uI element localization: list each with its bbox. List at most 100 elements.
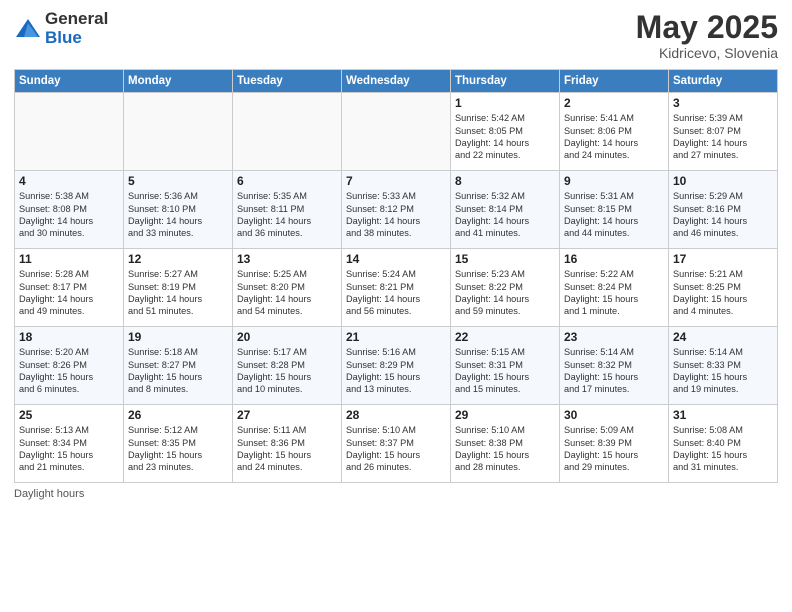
day-detail: Sunrise: 5:14 AM Sunset: 8:32 PM Dayligh… <box>564 346 664 396</box>
day-number: 1 <box>455 96 555 110</box>
logo-icon <box>14 15 42 43</box>
day-detail: Sunrise: 5:11 AM Sunset: 8:36 PM Dayligh… <box>237 424 337 474</box>
day-detail: Sunrise: 5:33 AM Sunset: 8:12 PM Dayligh… <box>346 190 446 240</box>
calendar-cell: 20Sunrise: 5:17 AM Sunset: 8:28 PM Dayli… <box>233 327 342 405</box>
day-detail: Sunrise: 5:27 AM Sunset: 8:19 PM Dayligh… <box>128 268 228 318</box>
title-location: Kidricevo, Slovenia <box>636 45 778 61</box>
day-number: 19 <box>128 330 228 344</box>
day-number: 9 <box>564 174 664 188</box>
calendar-week-row: 1 Sunrise: 5:42 AM Sunset: 8:05 PM Daylig… <box>15 93 778 171</box>
day-detail: Sunrise: 5:18 AM Sunset: 8:27 PM Dayligh… <box>128 346 228 396</box>
day-number: 31 <box>673 408 773 422</box>
calendar-cell: 18 Sunrise: 5:20 AM Sunset: 8:26 PM Dayli… <box>15 327 124 405</box>
day-number: 29 <box>455 408 555 422</box>
logo-text: General Blue <box>45 10 108 47</box>
day-number: 26 <box>128 408 228 422</box>
day-detail: Sunrise: 5:14 AM Sunset: 8:33 PM Dayligh… <box>673 346 773 396</box>
calendar-day-header: Tuesday <box>233 70 342 93</box>
day-detail: Sunrise: 5:24 AM Sunset: 8:21 PM Dayligh… <box>346 268 446 318</box>
calendar-day-header: Wednesday <box>342 70 451 93</box>
calendar-cell: 1 Sunrise: 5:42 AM Sunset: 8:05 PM Daylig… <box>451 93 560 171</box>
day-detail: Sunrise: 5:10 AM Sunset: 8:38 PM Dayligh… <box>455 424 555 474</box>
day-number: 24 <box>673 330 773 344</box>
day-number: 7 <box>346 174 446 188</box>
day-number: 6 <box>237 174 337 188</box>
calendar-cell: 24 Sunrise: 5:14 AM Sunset: 8:33 PM Dayli… <box>669 327 778 405</box>
calendar-header-row: SundayMondayTuesdayWednesdayThursdayFrid… <box>15 70 778 93</box>
day-detail: Sunrise: 5:31 AM Sunset: 8:15 PM Dayligh… <box>564 190 664 240</box>
day-detail: Sunrise: 5:25 AM Sunset: 8:20 PM Dayligh… <box>237 268 337 318</box>
calendar-cell: 27 Sunrise: 5:11 AM Sunset: 8:36 PM Dayli… <box>233 405 342 483</box>
calendar-cell: 22 Sunrise: 5:15 AM Sunset: 8:31 PM Dayli… <box>451 327 560 405</box>
calendar-cell: 25Sunrise: 5:13 AM Sunset: 8:34 PM Dayli… <box>15 405 124 483</box>
day-number: 11 <box>19 252 119 266</box>
calendar-cell: 6Sunrise: 5:35 AM Sunset: 8:11 PM Daylig… <box>233 171 342 249</box>
day-detail: Sunrise: 5:10 AM Sunset: 8:37 PM Dayligh… <box>346 424 446 474</box>
calendar-cell: 10Sunrise: 5:29 AM Sunset: 8:16 PM Dayli… <box>669 171 778 249</box>
day-number: 10 <box>673 174 773 188</box>
calendar-cell: 7 Sunrise: 5:33 AM Sunset: 8:12 PM Daylig… <box>342 171 451 249</box>
calendar-cell: 13Sunrise: 5:25 AM Sunset: 8:20 PM Dayli… <box>233 249 342 327</box>
day-detail: Sunrise: 5:42 AM Sunset: 8:05 PM Dayligh… <box>455 112 555 162</box>
day-detail: Sunrise: 5:41 AM Sunset: 8:06 PM Dayligh… <box>564 112 664 162</box>
page: General Blue May 2025 Kidricevo, Sloveni… <box>0 0 792 612</box>
day-number: 20 <box>237 330 337 344</box>
calendar-cell: 21 Sunrise: 5:16 AM Sunset: 8:29 PM Dayli… <box>342 327 451 405</box>
calendar-cell: 19 Sunrise: 5:18 AM Sunset: 8:27 PM Dayli… <box>124 327 233 405</box>
day-number: 15 <box>455 252 555 266</box>
calendar-week-row: 25Sunrise: 5:13 AM Sunset: 8:34 PM Dayli… <box>15 405 778 483</box>
day-detail: Sunrise: 5:16 AM Sunset: 8:29 PM Dayligh… <box>346 346 446 396</box>
day-detail: Sunrise: 5:28 AM Sunset: 8:17 PM Dayligh… <box>19 268 119 318</box>
logo-blue-label: Blue <box>45 29 108 48</box>
calendar-cell: 11 Sunrise: 5:28 AM Sunset: 8:17 PM Dayli… <box>15 249 124 327</box>
day-number: 22 <box>455 330 555 344</box>
calendar-day-header: Saturday <box>669 70 778 93</box>
logo-general-label: General <box>45 10 108 29</box>
day-number: 21 <box>346 330 446 344</box>
calendar-week-row: 18 Sunrise: 5:20 AM Sunset: 8:26 PM Dayli… <box>15 327 778 405</box>
calendar-cell: 14 Sunrise: 5:24 AM Sunset: 8:21 PM Dayli… <box>342 249 451 327</box>
calendar-cell: 17 Sunrise: 5:21 AM Sunset: 8:25 PM Dayli… <box>669 249 778 327</box>
day-number: 14 <box>346 252 446 266</box>
day-detail: Sunrise: 5:21 AM Sunset: 8:25 PM Dayligh… <box>673 268 773 318</box>
day-detail: Sunrise: 5:08 AM Sunset: 8:40 PM Dayligh… <box>673 424 773 474</box>
day-number: 16 <box>564 252 664 266</box>
calendar-cell: 26Sunrise: 5:12 AM Sunset: 8:35 PM Dayli… <box>124 405 233 483</box>
day-number: 27 <box>237 408 337 422</box>
day-number: 4 <box>19 174 119 188</box>
calendar-cell: 31 Sunrise: 5:08 AM Sunset: 8:40 PM Dayli… <box>669 405 778 483</box>
day-detail: Sunrise: 5:15 AM Sunset: 8:31 PM Dayligh… <box>455 346 555 396</box>
day-detail: Sunrise: 5:13 AM Sunset: 8:34 PM Dayligh… <box>19 424 119 474</box>
calendar-cell: 9 Sunrise: 5:31 AM Sunset: 8:15 PM Daylig… <box>560 171 669 249</box>
title-month: May 2025 <box>636 10 778 45</box>
day-detail: Sunrise: 5:39 AM Sunset: 8:07 PM Dayligh… <box>673 112 773 162</box>
calendar-cell: 28 Sunrise: 5:10 AM Sunset: 8:37 PM Dayli… <box>342 405 451 483</box>
calendar-week-row: 11 Sunrise: 5:28 AM Sunset: 8:17 PM Dayli… <box>15 249 778 327</box>
day-number: 17 <box>673 252 773 266</box>
calendar-cell: 23Sunrise: 5:14 AM Sunset: 8:32 PM Dayli… <box>560 327 669 405</box>
day-detail: Sunrise: 5:36 AM Sunset: 8:10 PM Dayligh… <box>128 190 228 240</box>
day-detail: Sunrise: 5:22 AM Sunset: 8:24 PM Dayligh… <box>564 268 664 318</box>
calendar-cell: 2 Sunrise: 5:41 AM Sunset: 8:06 PM Daylig… <box>560 93 669 171</box>
day-number: 28 <box>346 408 446 422</box>
calendar-cell: 16 Sunrise: 5:22 AM Sunset: 8:24 PM Dayli… <box>560 249 669 327</box>
calendar-cell <box>342 93 451 171</box>
day-number: 12 <box>128 252 228 266</box>
calendar: SundayMondayTuesdayWednesdayThursdayFrid… <box>14 69 778 483</box>
calendar-cell: 8Sunrise: 5:32 AM Sunset: 8:14 PM Daylig… <box>451 171 560 249</box>
day-number: 2 <box>564 96 664 110</box>
day-number: 18 <box>19 330 119 344</box>
calendar-day-header: Friday <box>560 70 669 93</box>
day-detail: Sunrise: 5:23 AM Sunset: 8:22 PM Dayligh… <box>455 268 555 318</box>
calendar-cell: 30Sunrise: 5:09 AM Sunset: 8:39 PM Dayli… <box>560 405 669 483</box>
day-detail: Sunrise: 5:20 AM Sunset: 8:26 PM Dayligh… <box>19 346 119 396</box>
calendar-cell <box>233 93 342 171</box>
day-number: 3 <box>673 96 773 110</box>
calendar-cell <box>124 93 233 171</box>
day-detail: Sunrise: 5:32 AM Sunset: 8:14 PM Dayligh… <box>455 190 555 240</box>
calendar-day-header: Monday <box>124 70 233 93</box>
calendar-cell: 5Sunrise: 5:36 AM Sunset: 8:10 PM Daylig… <box>124 171 233 249</box>
title-block: May 2025 Kidricevo, Slovenia <box>636 10 778 61</box>
footer: Daylight hours <box>14 488 778 500</box>
calendar-cell: 29 Sunrise: 5:10 AM Sunset: 8:38 PM Dayli… <box>451 405 560 483</box>
